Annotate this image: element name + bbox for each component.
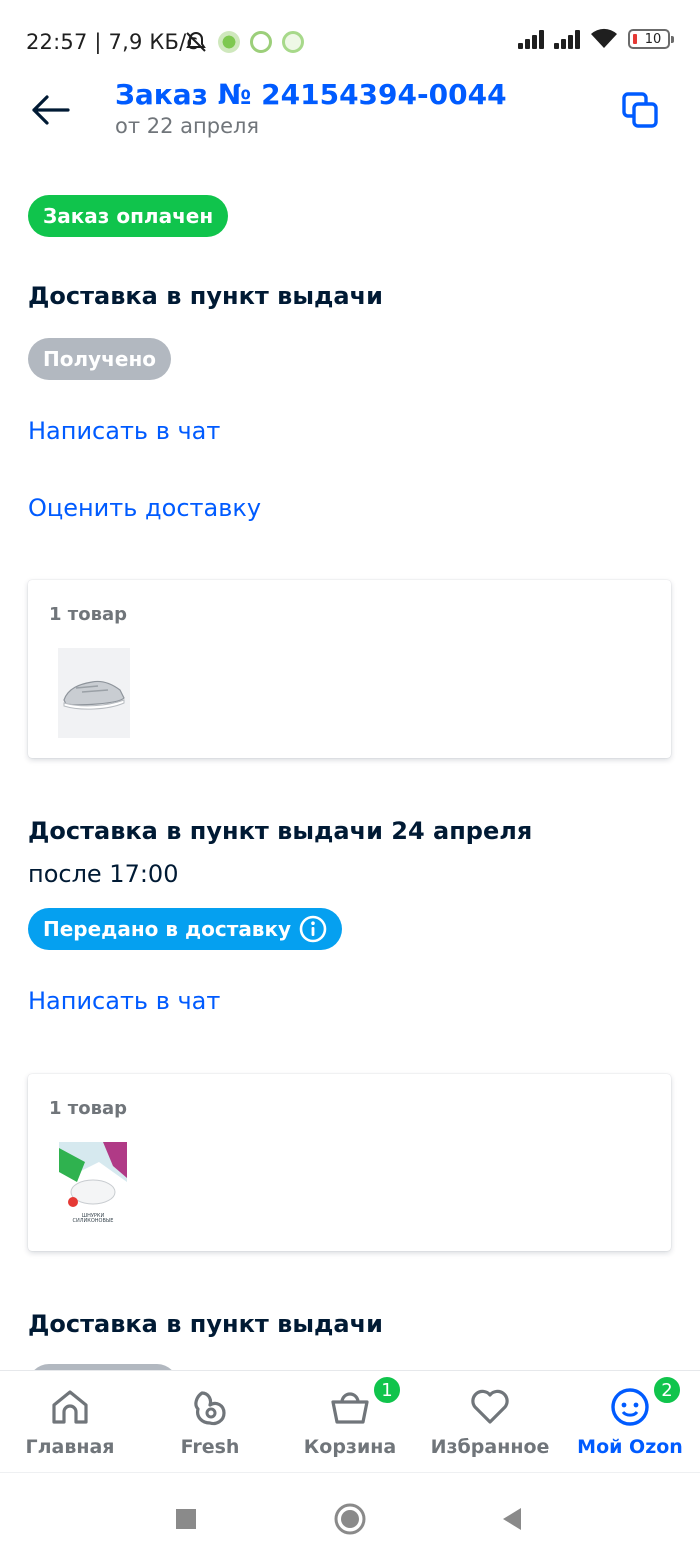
info-icon[interactable]: [299, 915, 327, 943]
arrow-left-icon: [32, 95, 70, 125]
home-button[interactable]: [330, 1499, 370, 1539]
app-notification-icon: [250, 31, 272, 53]
signal-icon: [518, 29, 544, 49]
order-header: Заказ № 24154394-0044 от 22 апреля: [0, 70, 700, 150]
status-notification-icons: [184, 30, 304, 54]
cart-count-badge: 1: [372, 1375, 402, 1405]
shipment-time: после 17:00: [28, 860, 179, 888]
chat-link[interactable]: Написать в чат: [28, 417, 220, 445]
nav-label: Fresh: [180, 1436, 240, 1458]
shipment-items-card[interactable]: 1 товар: [28, 580, 671, 758]
shipment-title: Доставка в пункт выдачи: [28, 282, 383, 310]
nav-my-ozon[interactable]: 2 Мой Ozon: [560, 1371, 700, 1471]
copy-icon: [622, 92, 658, 128]
bottom-navigation: Главная Fresh 1 Корзина Избранное 2 Мой …: [0, 1370, 700, 1470]
shipment-status-label: Передано в доставку: [43, 917, 292, 941]
items-count: 1 товар: [49, 1098, 128, 1119]
triangle-back-icon: [503, 1508, 521, 1530]
profile-count-badge: 2: [652, 1375, 682, 1405]
nav-label: Мой Ozon: [577, 1436, 683, 1458]
shipment-status-badge: Получено: [28, 338, 172, 380]
rate-delivery-link[interactable]: Оценить доставку: [28, 494, 261, 522]
chat-link[interactable]: Написать в чат: [28, 987, 220, 1015]
nav-favorites[interactable]: Избранное: [420, 1371, 560, 1471]
heart-icon: [468, 1385, 512, 1429]
page-title: Заказ № 24154394-0044: [115, 78, 507, 111]
nav-home[interactable]: Главная: [0, 1371, 140, 1471]
silicone-laces-package-icon[interactable]: ШНУРКИ СИЛИКОНОВЫЕ: [59, 1142, 127, 1230]
recent-apps-button[interactable]: [166, 1499, 206, 1539]
signal-icon: [554, 29, 580, 49]
mute-bell-icon: [186, 31, 206, 52]
nav-label: Главная: [25, 1436, 115, 1458]
circle-icon: [334, 1503, 366, 1535]
nav-fresh[interactable]: Fresh: [140, 1371, 280, 1471]
basket-icon: [328, 1385, 372, 1429]
nav-label: Избранное: [430, 1436, 550, 1458]
battery-level: 10: [644, 31, 662, 47]
shipment-status-badge: Передано в доставку: [28, 908, 343, 950]
app-notification-icon: [282, 31, 304, 53]
battery-icon: 10: [628, 29, 674, 49]
back-button[interactable]: [26, 86, 74, 134]
status-time: 22:57 | 7,9 КБ/с: [26, 30, 199, 54]
back-system-button[interactable]: [492, 1499, 532, 1539]
nav-label: Корзина: [303, 1436, 397, 1458]
order-status-badge: Заказ оплачен: [28, 195, 229, 237]
fresh-icon: [188, 1385, 232, 1429]
nav-cart[interactable]: 1 Корзина: [280, 1371, 420, 1471]
shipment-items-card[interactable]: 1 товар ШНУРКИ СИЛИКОНОВЫЕ: [28, 1074, 671, 1251]
profile-smile-icon: [608, 1385, 652, 1429]
item-image-caption: ШНУРКИ СИЛИКОНОВЫЕ: [72, 1213, 114, 1224]
square-icon: [176, 1509, 196, 1529]
items-count: 1 товар: [49, 604, 128, 625]
home-icon: [48, 1385, 92, 1429]
shipment-title: Доставка в пункт выдачи: [28, 1310, 383, 1338]
app-notification-icon: [218, 31, 240, 53]
silver-sneaker-icon[interactable]: [58, 648, 130, 738]
status-right-icons: 10: [518, 28, 674, 50]
copy-button[interactable]: [618, 88, 662, 132]
wifi-icon: [591, 28, 617, 48]
shipment-title: Доставка в пункт выдачи 24 апреля: [28, 817, 533, 845]
order-date: от 22 апреля: [115, 114, 260, 138]
system-navigation-bar: [0, 1472, 700, 1556]
